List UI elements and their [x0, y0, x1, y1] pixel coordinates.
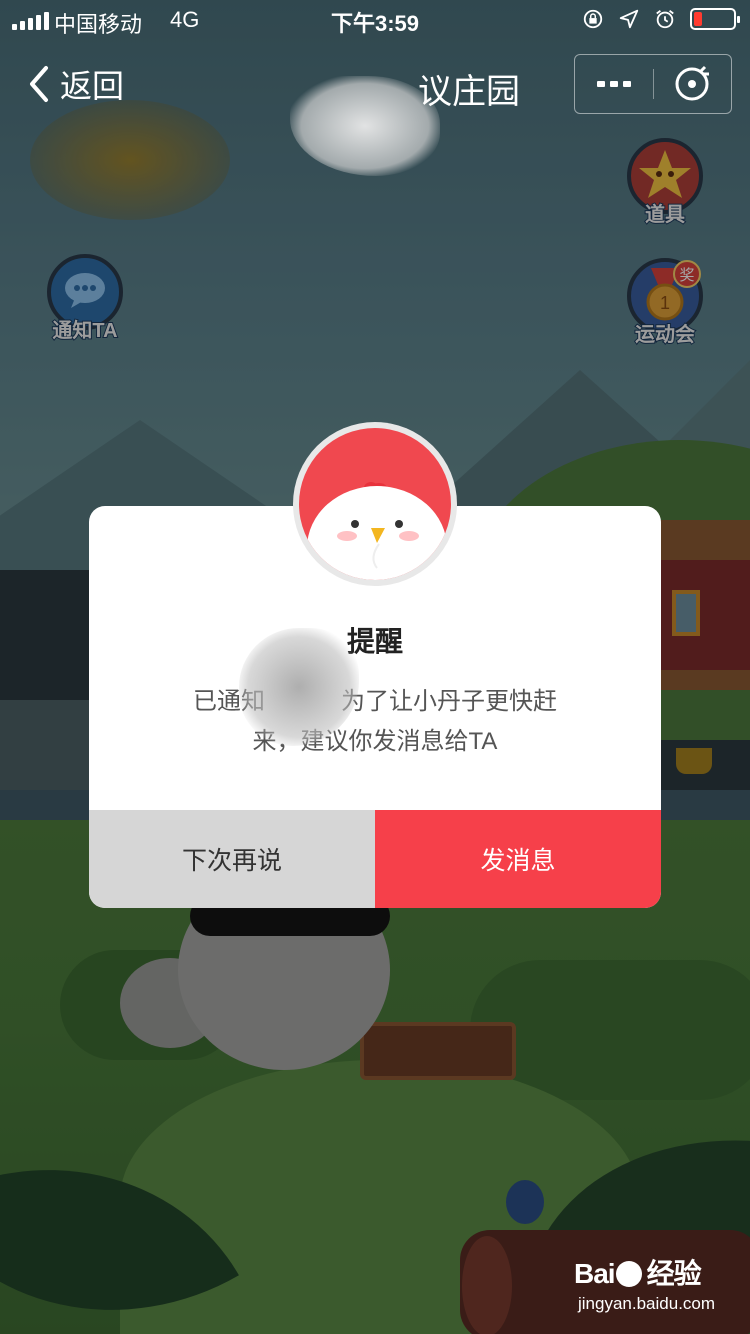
- alarm-icon: [656, 10, 674, 29]
- reminder-dialog: 提醒 已通知 为了让小丹子更快赶 来，建议你发消息给TA 下次再说 发消息: [89, 422, 661, 908]
- back-button[interactable]: 返回: [26, 60, 124, 108]
- battery-level: [694, 12, 702, 26]
- later-button[interactable]: 下次再说: [89, 810, 375, 908]
- chicken-face-icon: [299, 428, 451, 580]
- orientation-lock-icon: [583, 9, 603, 29]
- status-icons: [582, 8, 740, 30]
- more-dots-icon[interactable]: [575, 55, 653, 113]
- nav-bar: 返回 议庄园: [0, 46, 750, 176]
- page-title: 议庄园: [418, 73, 520, 111]
- dialog-message: 已通知 为了让小丹子更快赶 来，建议你发消息给TA: [159, 682, 591, 762]
- watermark-logo-text: Bai: [574, 1258, 616, 1289]
- mini-program-capsule: [574, 54, 732, 114]
- watermark-logo: Bai 经验: [574, 1252, 702, 1292]
- paw-icon: [615, 1261, 642, 1287]
- dialog-title: 提醒: [346, 626, 403, 657]
- status-bar: 中国移动 4G 下午3:59: [0, 0, 750, 40]
- close-target-icon[interactable]: [654, 55, 732, 113]
- chevron-left-icon: [30, 66, 48, 102]
- baidu-jingyan-watermark: Bai 经验 jingyan.baidu.com: [574, 1252, 744, 1322]
- battery-low-icon: [690, 8, 740, 30]
- dialog-message-part: 为了让小丹子更快赶: [341, 688, 557, 715]
- dialog-buttons: 下次再说 发消息: [89, 810, 661, 908]
- back-label: 返回: [60, 68, 125, 104]
- chicken-avatar: [293, 422, 457, 586]
- location-icon: [619, 9, 639, 29]
- watermark-url: jingyan.baidu.com: [578, 1294, 716, 1313]
- watermark-logo-cn: 经验: [646, 1258, 702, 1289]
- send-message-button[interactable]: 发消息: [375, 810, 661, 908]
